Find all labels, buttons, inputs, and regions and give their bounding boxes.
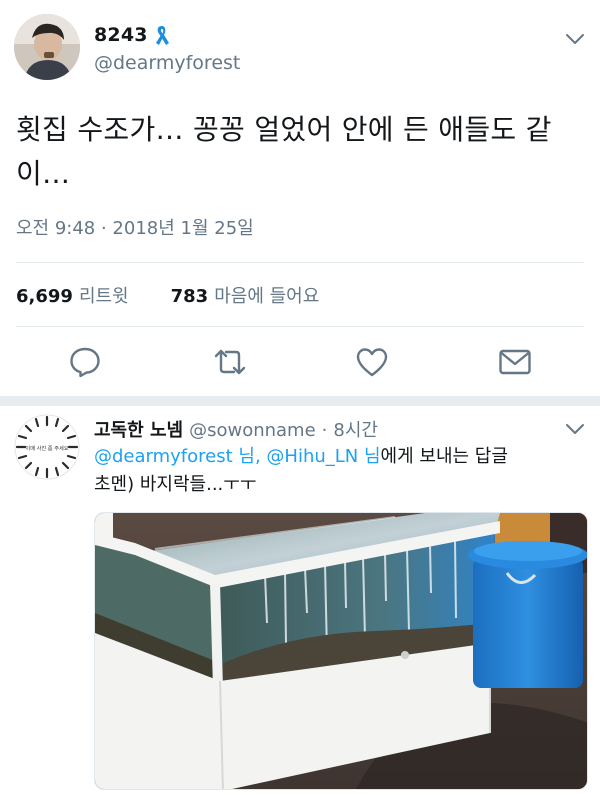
reply-header: 고독한 노넴 @sowonname · 8시간 bbox=[94, 416, 378, 442]
divider bbox=[16, 262, 584, 263]
reply-avatar[interactable]: 이매 사진 좀 주세요 bbox=[14, 414, 80, 480]
chevron-down-icon[interactable] bbox=[565, 420, 585, 434]
display-name[interactable]: 8243 bbox=[94, 24, 148, 46]
heart-icon bbox=[356, 348, 388, 377]
tweet-actions bbox=[0, 344, 600, 380]
reply-handle[interactable]: @sowonname bbox=[189, 420, 316, 441]
author-name-row: 8243 bbox=[94, 24, 172, 46]
retweet-label[interactable]: 리트윗 bbox=[79, 282, 129, 308]
tweet-stats: 6,699 리트윗 783 마음에 들어요 bbox=[16, 282, 319, 308]
reply-button[interactable] bbox=[67, 344, 103, 380]
mention-separator: , bbox=[254, 446, 267, 467]
tweet-text: 횟집 수조가… 꽁꽁 얼었어 안에 든 애들도 같이… bbox=[16, 113, 552, 190]
divider bbox=[16, 326, 584, 327]
mention-link[interactable]: @Hihu_LN 님 bbox=[266, 446, 380, 467]
ribbon-icon bbox=[152, 24, 172, 46]
envelope-icon bbox=[499, 349, 531, 375]
retweet-button[interactable] bbox=[212, 344, 248, 380]
like-button[interactable] bbox=[354, 344, 390, 380]
like-count[interactable]: 783 bbox=[171, 286, 209, 307]
section-separator bbox=[0, 396, 600, 406]
retweet-count[interactable]: 6,699 bbox=[16, 286, 73, 307]
message-button[interactable] bbox=[497, 344, 533, 380]
reply-separator: · bbox=[321, 420, 328, 441]
reply-photo[interactable] bbox=[94, 512, 588, 790]
avatar[interactable] bbox=[14, 14, 80, 80]
reply-text: 초멘) 바지락들...ㅜㅜ bbox=[94, 474, 257, 495]
mention-link[interactable]: @dearmyforest 님 bbox=[94, 446, 255, 467]
author-handle[interactable]: @dearmyforest bbox=[94, 52, 240, 74]
reply-context: @dearmyforest 님, @Hihu_LN 님에게 보내는 답글 bbox=[94, 444, 508, 470]
tweet-timestamp: 오전 9:48 · 2018년 1월 25일 bbox=[16, 218, 254, 239]
retweet-icon bbox=[214, 349, 246, 375]
reply-to-label: 에게 보내는 답글 bbox=[380, 446, 508, 467]
chevron-down-icon[interactable] bbox=[565, 30, 585, 44]
reply-display-name[interactable]: 고독한 노넴 bbox=[94, 416, 183, 442]
reply-time[interactable]: 8시간 bbox=[333, 416, 378, 442]
reply-avatar-text: 이매 사진 좀 주세요 bbox=[25, 444, 68, 452]
reply-icon bbox=[70, 347, 100, 378]
like-label[interactable]: 마음에 들어요 bbox=[214, 282, 319, 308]
